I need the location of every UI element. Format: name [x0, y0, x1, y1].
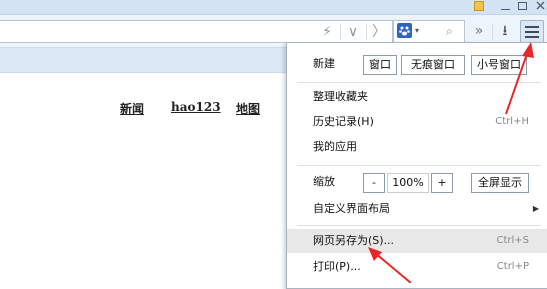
menu-item-favorites[interactable]: 整理收藏夹 — [287, 85, 547, 109]
menu-item-label: 我的应用 — [313, 140, 357, 153]
menu-row-zoom: 缩放 - 100% + 全屏显示 — [287, 170, 547, 194]
menu-icon[interactable] — [520, 20, 544, 44]
minimize-icon[interactable] — [500, 1, 511, 11]
menu-item-label: 整理收藏夹 — [313, 90, 368, 103]
main-menu: 新建 窗口 无痕窗口 小号窗口 整理收藏夹 历史记录(H) Ctrl+H 我的应… — [286, 42, 547, 289]
nav-link-news[interactable]: 新闻 — [120, 100, 144, 117]
address-dropdown-icon[interactable]: ∨ — [344, 22, 362, 42]
nav-link-hao123[interactable]: hao123 — [171, 100, 221, 114]
title-bar — [0, 0, 547, 15]
menu-item-shortcut: Ctrl+P — [496, 261, 529, 272]
more-icon[interactable]: » — [470, 21, 488, 41]
zoom-level: 100% — [387, 173, 429, 193]
menu-item-my-apps[interactable]: 我的应用 — [287, 135, 547, 159]
menu-divider — [297, 165, 541, 166]
menu-item-shortcut: Ctrl+S — [496, 235, 529, 246]
menu-item-label: 自定义界面布局 — [313, 202, 390, 215]
menu-row-new: 新建 窗口 无痕窗口 小号窗口 — [287, 52, 547, 76]
divider — [492, 24, 493, 40]
fullscreen-button[interactable]: 全屏显示 — [471, 173, 529, 193]
menu-divider — [297, 82, 541, 83]
menu-item-print[interactable]: 打印(P)... Ctrl+P — [287, 255, 547, 279]
divider — [340, 24, 341, 40]
menu-label-new: 新建 — [313, 57, 335, 70]
lightning-icon[interactable]: ⚡ — [318, 22, 336, 42]
menu-item-history[interactable]: 历史记录(H) Ctrl+H — [287, 110, 547, 134]
menu-item-customize-layout[interactable]: 自定义界面布局 ▶ — [287, 197, 547, 221]
menu-item-label: 打印(P)... — [313, 260, 361, 273]
close-icon[interactable] — [535, 1, 546, 11]
nav-link-map[interactable]: 地图 — [236, 100, 260, 117]
new-window-button[interactable]: 窗口 — [363, 55, 397, 75]
menu-label-zoom: 缩放 — [313, 175, 335, 188]
menu-item-shortcut: Ctrl+H — [495, 116, 529, 127]
paw-icon[interactable] — [397, 23, 412, 38]
submenu-arrow-icon: ▶ — [532, 204, 539, 213]
forward-icon[interactable]: 〉 — [370, 22, 388, 42]
skin-icon[interactable] — [474, 1, 484, 11]
menu-item-label: 历史记录(H) — [313, 115, 374, 128]
divider — [366, 24, 367, 40]
menu-divider — [297, 225, 541, 226]
maximize-icon[interactable] — [517, 1, 528, 11]
menu-item-save-page-as[interactable]: 网页另存为(S)... Ctrl+S — [287, 229, 547, 253]
download-icon[interactable]: ⭳ — [496, 21, 514, 41]
search-provider-caret-icon[interactable]: ▾ — [415, 23, 419, 39]
menu-item-label: 网页另存为(S)... — [313, 234, 395, 247]
zoom-in-button[interactable]: + — [431, 173, 453, 193]
zoom-out-button[interactable]: - — [363, 173, 385, 193]
address-bar[interactable]: ⚡ ∨ 〉 — [0, 20, 393, 43]
search-icon[interactable]: ⌕ — [446, 22, 453, 40]
new-alt-account-window-button[interactable]: 小号窗口 — [471, 55, 527, 75]
new-incognito-window-button[interactable]: 无痕窗口 — [401, 55, 465, 75]
search-box[interactable]: ▾ ⌕ — [393, 20, 465, 43]
